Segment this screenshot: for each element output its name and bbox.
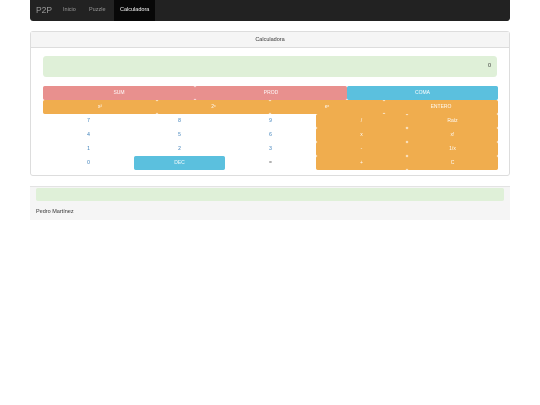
author-name: Pedro Martínez [36, 209, 74, 215]
clear-button[interactable]: C [407, 156, 498, 170]
reciprocal-button[interactable]: 1/x [407, 142, 498, 156]
row-123: 1 2 3 - 1/x [43, 142, 498, 156]
pow2-button[interactable]: 2ˣ [157, 100, 270, 114]
add-button[interactable]: + [316, 156, 407, 170]
factorial-button[interactable]: x! [407, 128, 498, 142]
dec-button[interactable]: DEC [134, 156, 225, 170]
sum-button[interactable]: SUM [43, 86, 195, 100]
row-functions: SUM PROD COMA [43, 86, 498, 100]
calculator-display: 0 [43, 56, 497, 77]
digit-2-button[interactable]: 2 [134, 142, 225, 156]
nav-item-puzzle[interactable]: Puzzle [89, 0, 106, 21]
digit-3-button[interactable]: 3 [225, 142, 316, 156]
divide-button[interactable]: / [316, 114, 407, 128]
sqrt-button[interactable]: Raíz [407, 114, 498, 128]
digit-7-button[interactable]: 7 [43, 114, 134, 128]
digit-0-button[interactable]: 0 [43, 156, 134, 170]
coma-button[interactable]: COMA [347, 86, 498, 100]
row-789: 7 8 9 / Raíz [43, 114, 498, 128]
navbar: P2P Inicio Puzzle Calculadora [30, 0, 510, 21]
digit-9-button[interactable]: 9 [225, 114, 316, 128]
nav-item-calculadora[interactable]: Calculadora [114, 0, 156, 21]
entero-button[interactable]: ENTERO [384, 100, 498, 114]
digit-4-button[interactable]: 4 [43, 128, 134, 142]
prod-button[interactable]: PROD [195, 86, 347, 100]
digit-1-button[interactable]: 1 [43, 142, 134, 156]
digit-6-button[interactable]: 6 [225, 128, 316, 142]
row-456: 4 5 6 x x! [43, 128, 498, 142]
subtract-button[interactable]: - [316, 142, 407, 156]
row-0: 0 DEC = + C [43, 156, 498, 170]
calculator-title: Calculadora [31, 32, 509, 48]
footer-panel: Pedro Martínez [30, 186, 510, 220]
equals-button[interactable]: = [225, 156, 316, 170]
row-powers: x² 2ˣ eˣ ENTERO [43, 100, 498, 114]
nav-item-inicio[interactable]: Inicio [63, 0, 76, 21]
multiply-button[interactable]: x [316, 128, 407, 142]
digit-5-button[interactable]: 5 [134, 128, 225, 142]
square-button[interactable]: x² [43, 100, 157, 114]
brand-link[interactable]: P2P [36, 5, 52, 15]
footer-status-bar [36, 188, 504, 201]
exp-button[interactable]: eˣ [270, 100, 384, 114]
digit-8-button[interactable]: 8 [134, 114, 225, 128]
calculator-panel: Calculadora 0 SUM PROD COMA x² 2ˣ eˣ ENT… [30, 31, 510, 176]
